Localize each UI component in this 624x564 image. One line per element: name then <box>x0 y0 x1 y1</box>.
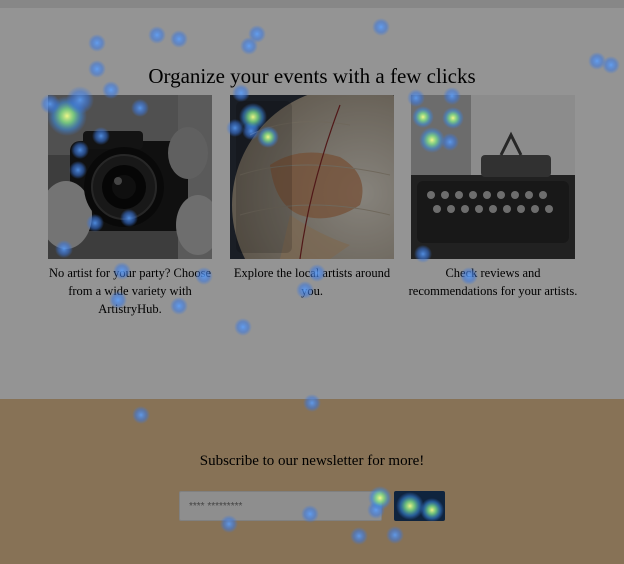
features-section: Organize your events with a few clicks N… <box>0 0 624 399</box>
feature-card-artists: No artist for your party? Choose from a … <box>48 95 212 318</box>
camera-photo <box>48 95 212 259</box>
typewriter-photo <box>411 95 575 259</box>
subscribe-button[interactable] <box>394 491 445 521</box>
feature-card-reviews: Check reviews and recommendations for yo… <box>409 95 577 300</box>
newsletter-title: Subscribe to our newsletter for more! <box>199 453 425 469</box>
top-strip <box>0 0 624 8</box>
globe-photo <box>230 95 394 259</box>
email-input[interactable] <box>179 491 382 521</box>
feature-caption-artists: No artist for your party? Choose from a … <box>48 266 212 316</box>
feature-caption-reviews: Check reviews and recommendations for yo… <box>408 266 578 298</box>
newsletter-section: Subscribe to our newsletter for more! <box>0 399 624 564</box>
feature-caption-local: Explore the local artists around you. <box>233 266 391 298</box>
page-headline: Organize your events with a few clicks <box>148 64 476 88</box>
feature-card-local: Explore the local artists around you. <box>230 95 394 300</box>
